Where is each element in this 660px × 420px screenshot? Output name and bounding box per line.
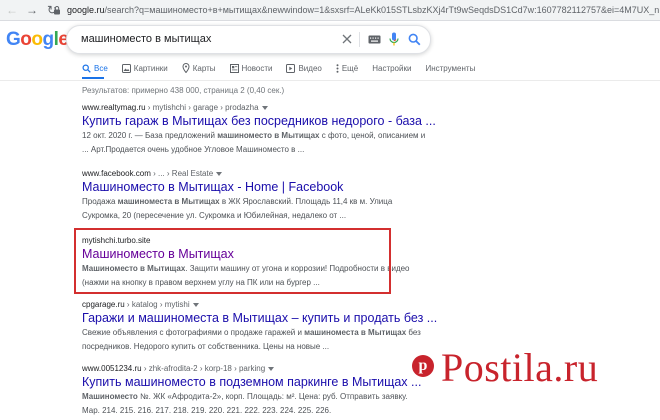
snippet-text: 12 окт. 2020 г. — База предложений bbox=[82, 131, 218, 140]
search-result: www.0051234.ru › zhk-afrodita-2 › korp-1… bbox=[82, 364, 421, 417]
highlight-frame bbox=[74, 228, 391, 294]
snippet-text: №. ЖК «Афродита-2», корп. Площадь: м². Ц… bbox=[137, 392, 408, 401]
more-icon bbox=[336, 63, 339, 73]
forward-arrow-icon[interactable]: → bbox=[24, 2, 40, 18]
video-icon bbox=[286, 63, 296, 73]
tab-label: Инструменты bbox=[425, 63, 476, 73]
lock-icon bbox=[52, 5, 62, 15]
image-icon bbox=[121, 63, 131, 73]
logo-letter: g bbox=[42, 29, 55, 50]
result-title-link[interactable]: Купить машиноместо в подземном паркинге … bbox=[82, 375, 421, 389]
result-title-link[interactable]: Купить гараж в Мытищах без посредников н… bbox=[82, 114, 436, 128]
url-host: cpgarage.ru bbox=[82, 300, 125, 309]
result-snippet: Продажа машиноместа в Мытищах в ЖК Яросл… bbox=[82, 196, 392, 208]
keyboard-icon[interactable] bbox=[367, 32, 381, 46]
snippet-bold: машиноместо в Мытищах bbox=[217, 131, 320, 140]
url-host: google.ru bbox=[67, 5, 105, 15]
tab-more[interactable]: Ещё bbox=[336, 61, 358, 75]
clear-icon[interactable] bbox=[340, 32, 354, 46]
tab-images[interactable]: Картинки bbox=[121, 61, 168, 75]
tab-news[interactable]: Новости bbox=[229, 61, 273, 75]
tab-label: Ещё bbox=[341, 63, 359, 73]
result-url[interactable]: cpgarage.ru › katalog › mytishi bbox=[82, 300, 392, 309]
logo-letter: G bbox=[6, 29, 21, 50]
search-input[interactable]: машиноместо в мытищах bbox=[81, 33, 211, 45]
url-host: www.0051234.ru bbox=[82, 364, 142, 373]
result-snippet: ... Арт.Продается очень удобное Угловое … bbox=[82, 145, 305, 154]
tab-tools[interactable]: Инструменты bbox=[425, 61, 475, 75]
tab-all[interactable]: Все bbox=[82, 61, 108, 75]
snippet-bold: машиноместа в Мытищах bbox=[304, 328, 407, 337]
browser-toolbar: ← → ↻ google.ru/search?q=машиноместо+в+м… bbox=[0, 0, 660, 21]
search-result: www.facebook.com › ... › Real Estate Маш… bbox=[82, 169, 392, 222]
search-icon[interactable] bbox=[407, 32, 421, 46]
watermark-text: Postila.ru bbox=[441, 345, 599, 390]
result-snippet: посредников. Недорого купить от собствен… bbox=[82, 342, 330, 351]
result-snippet: 12 окт. 2020 г. — База предложений машин… bbox=[82, 130, 425, 142]
result-url[interactable]: www.facebook.com › ... › Real Estate bbox=[82, 169, 392, 178]
snippet-bold: машиноместа в Мытищах bbox=[117, 197, 220, 206]
url-path: › mytishchi › garage › prodazha bbox=[145, 103, 259, 112]
tab-maps[interactable]: Карты bbox=[182, 61, 216, 75]
logo-letter: o bbox=[31, 29, 43, 50]
result-title-link[interactable]: Гаражи и машиноместа в Мытищах – купить … bbox=[82, 311, 437, 325]
search-result: cpgarage.ru › katalog › mytishi Гаражи и… bbox=[82, 300, 437, 353]
tab-label: Все bbox=[94, 63, 108, 73]
tab-settings[interactable]: Настройки bbox=[372, 61, 411, 75]
news-icon bbox=[229, 63, 239, 73]
result-url[interactable]: www.0051234.ru › zhk-afrodita-2 › korp-1… bbox=[82, 364, 392, 373]
search-icon bbox=[82, 64, 91, 73]
chevron-down-icon[interactable] bbox=[268, 366, 275, 371]
tab-video[interactable]: Видео bbox=[286, 61, 322, 75]
url-path: › ... › Real Estate bbox=[150, 169, 214, 178]
postila-logo-icon: p bbox=[412, 355, 434, 377]
snippet-bold: Машиноместо bbox=[82, 392, 138, 401]
result-stats: Результатов: примерно 438 000, страница … bbox=[82, 86, 285, 95]
result-title-link[interactable]: Машиноместо в Мытищах - Home | Facebook bbox=[82, 180, 392, 194]
tab-label: Новости bbox=[241, 63, 273, 73]
back-arrow-icon[interactable]: ← bbox=[4, 2, 20, 18]
url-path: › katalog › mytishi bbox=[124, 300, 190, 309]
search-result: www.realtymag.ru › mytishchi › garage › … bbox=[82, 103, 436, 156]
result-snippet: Мар. 214. 215. 216. 217. 218. 219. 220. … bbox=[82, 406, 332, 415]
chevron-down-icon[interactable] bbox=[261, 105, 268, 110]
active-tab-indicator bbox=[82, 77, 104, 79]
result-snippet: Машиноместо №. ЖК «Афродита-2», корп. Пл… bbox=[82, 391, 408, 403]
snippet-text: в ЖК Ярославский. Площадь 11,4 кв м. Ули… bbox=[219, 197, 393, 206]
tab-label: Настройки bbox=[372, 63, 412, 73]
url-path: › zhk-afrodita-2 › korp-18 › parking bbox=[141, 364, 266, 373]
url-host: www.facebook.com bbox=[82, 169, 151, 178]
microphone-icon[interactable] bbox=[387, 32, 401, 46]
chevron-down-icon[interactable] bbox=[192, 302, 199, 307]
google-logo[interactable]: Google bbox=[6, 29, 69, 51]
snippet-text: Свежие объявления с фотографиями о прода… bbox=[82, 328, 305, 337]
logo-letter: o bbox=[20, 29, 32, 50]
result-snippet: Сукромка, 20 (пересечение ул. Сукромка и… bbox=[82, 211, 347, 220]
url-path: /search?q=машиноместо+в+мытищах&newwindo… bbox=[104, 5, 660, 15]
tab-label: Карты bbox=[192, 63, 216, 73]
tabs-divider bbox=[0, 80, 660, 81]
address-bar[interactable]: google.ru/search?q=машиноместо+в+мытищах… bbox=[52, 3, 660, 17]
snippet-text: с фото, ценой, описанием и bbox=[319, 131, 426, 140]
map-pin-icon bbox=[182, 63, 190, 73]
snippet-text: без bbox=[406, 328, 421, 337]
chevron-down-icon[interactable] bbox=[216, 171, 223, 176]
search-tabs: Все Картинки Карты Новости Видео Ещё Нас… bbox=[82, 61, 489, 79]
result-snippet: Свежие объявления с фотографиями о прода… bbox=[82, 327, 421, 339]
snippet-text: Продажа bbox=[82, 197, 118, 206]
search-box[interactable]: машиноместо в мытищах bbox=[66, 25, 431, 54]
tab-label: Картинки bbox=[133, 63, 168, 73]
tab-label: Видео bbox=[298, 63, 322, 73]
search-divider bbox=[359, 32, 360, 47]
result-url[interactable]: www.realtymag.ru › mytishchi › garage › … bbox=[82, 103, 392, 112]
url-host: www.realtymag.ru bbox=[82, 103, 146, 112]
